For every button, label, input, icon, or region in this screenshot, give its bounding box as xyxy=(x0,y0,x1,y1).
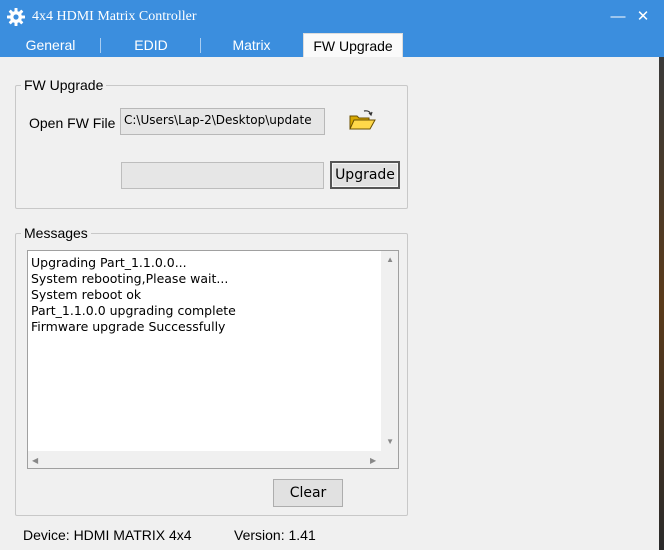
fw-file-path-field[interactable]: C:\Users\Lap-2\Desktop\update xyxy=(120,108,325,135)
close-button[interactable]: ✕ xyxy=(622,0,664,33)
version-status: Version: 1.41 xyxy=(234,527,316,543)
vertical-scrollbar[interactable]: ▲ ▼ xyxy=(381,251,398,451)
messages-list: Upgrading Part_1.1.0.0... System rebooti… xyxy=(31,255,236,335)
messages-group-label: Messages xyxy=(21,225,91,241)
message-line: System rebooting,Please wait... xyxy=(31,271,229,286)
gear-icon xyxy=(7,8,25,26)
open-fw-file-label: Open FW File xyxy=(29,115,116,131)
fw-upgrade-group xyxy=(15,85,408,209)
clear-button[interactable]: Clear xyxy=(273,479,343,507)
fw-upgrade-group-label: FW Upgrade xyxy=(21,77,107,93)
scroll-left-icon[interactable]: ◀ xyxy=(32,456,38,465)
tab-matrix[interactable]: Matrix xyxy=(201,33,302,57)
message-line: Upgrading Part_1.1.0.0... xyxy=(31,255,187,270)
upgrade-button[interactable]: Upgrade xyxy=(330,161,400,189)
messages-textbox[interactable]: Upgrading Part_1.1.0.0... System rebooti… xyxy=(27,250,399,469)
upgrade-progress-bar xyxy=(121,162,324,189)
status-bar: Device: HDMI MATRIX 4x4 Version: 1.41 xyxy=(0,520,664,550)
open-folder-icon[interactable] xyxy=(347,108,377,134)
tab-fw-upgrade[interactable]: FW Upgrade xyxy=(303,33,403,58)
tab-general[interactable]: General xyxy=(0,33,101,57)
title-bar[interactable]: 4x4 HDMI Matrix Controller — ✕ xyxy=(0,0,664,33)
scroll-up-icon[interactable]: ▲ xyxy=(386,255,394,264)
scroll-down-icon[interactable]: ▼ xyxy=(386,437,394,446)
message-line: Part_1.1.0.0 upgrading complete xyxy=(31,303,236,318)
horizontal-scrollbar[interactable]: ◀ ▶ xyxy=(28,451,382,468)
message-line: Firmware upgrade Successfully xyxy=(31,319,226,334)
message-line: System reboot ok xyxy=(31,287,142,302)
window-title: 4x4 HDMI Matrix Controller xyxy=(32,9,197,24)
scrollbar-corner xyxy=(381,451,398,468)
tab-bar: General EDID Matrix FW Upgrade xyxy=(0,33,664,58)
scroll-right-icon[interactable]: ▶ xyxy=(370,456,376,465)
window-edge xyxy=(659,57,664,550)
device-status: Device: HDMI MATRIX 4x4 xyxy=(23,527,192,543)
tab-edid[interactable]: EDID xyxy=(101,33,201,57)
